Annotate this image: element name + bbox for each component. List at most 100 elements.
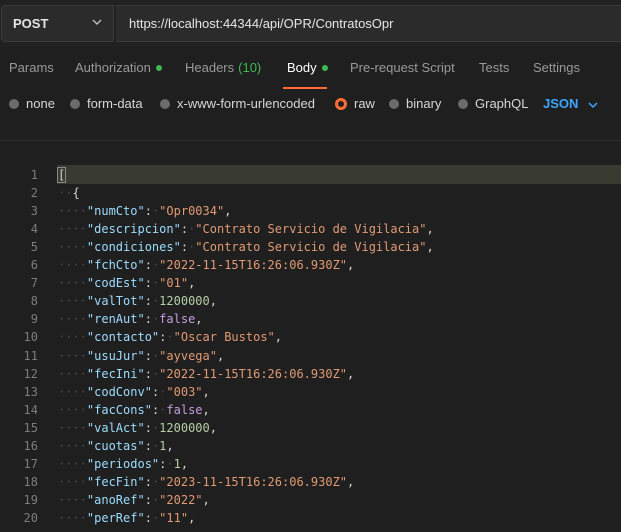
body-option-x-www-form-urlencoded[interactable]: x-www-form-urlencoded: [160, 96, 315, 111]
line-content: ····"numCto":·"Opr0034",: [58, 204, 231, 218]
whitespace-dot: ·: [166, 456, 174, 471]
line-content: ····"codConv":·"003",: [58, 385, 210, 399]
indent-guide: ····: [58, 510, 87, 525]
json-colon: :: [180, 222, 189, 237]
json-comma: ,: [347, 366, 355, 381]
json-comma: ,: [195, 312, 203, 327]
json-comma: ,: [202, 492, 210, 507]
tab-params[interactable]: Params: [9, 60, 54, 75]
json-key: "valTot": [86, 294, 145, 309]
line-content: ····"valTot":·1200000,: [58, 294, 217, 308]
tab-headers[interactable]: Headers (10): [185, 60, 261, 75]
tab-label: Authorization: [75, 60, 151, 75]
code-line: 14 ····"facCons":·false,: [0, 403, 621, 421]
json-colon: :: [180, 240, 189, 255]
json-comma: ,: [188, 510, 196, 525]
code-line: 19 ····"anoRef":·"2022",: [0, 493, 621, 511]
indent-guide: ····: [58, 456, 87, 471]
indent-guide: ····: [58, 384, 87, 399]
json-comma: ,: [166, 438, 174, 453]
indent-guide: ····: [58, 240, 87, 255]
tab-label: Params: [9, 60, 54, 75]
json-value: 1: [173, 456, 181, 471]
headers-count-badge: (10): [238, 60, 262, 75]
option-label: none: [26, 96, 55, 111]
request-tabs: Params Authorization Headers (10) Body Pr…: [0, 47, 621, 89]
tab-settings[interactable]: Settings: [533, 60, 580, 75]
chevron-down-icon[interactable]: [586, 98, 600, 112]
indent-guide: ····: [58, 420, 87, 435]
code-line: 10 ····"contacto":·"Oscar Bustos",: [0, 330, 621, 348]
code-line: 4 ····"descripcion":·"Contrato Servicio d…: [0, 222, 621, 240]
json-comma: ,: [209, 294, 217, 309]
line-content: ····"anoRef":·"2022",: [58, 493, 210, 507]
json-colon: :: [144, 258, 152, 273]
json-value: "Contrato Servicio de Vigilacia": [195, 222, 427, 237]
line-content: ····"perRef":·"11",: [58, 511, 195, 525]
json-colon: :: [144, 366, 152, 381]
line-content: ····"renAut":·false,: [58, 312, 203, 326]
tab-tests[interactable]: Tests: [479, 60, 509, 75]
json-value: 1200000: [159, 420, 210, 435]
line-content: ····"descripcion":·"Contrato Servicio de…: [58, 222, 434, 236]
body-option-graphql[interactable]: GraphQL: [458, 96, 528, 111]
method-label: POST: [13, 16, 49, 31]
tab-body[interactable]: Body: [287, 60, 328, 75]
json-colon: :: [144, 312, 152, 327]
code-line: 1[: [0, 167, 621, 186]
json-key: "anoRef": [86, 492, 145, 507]
status-dot: [155, 64, 162, 71]
line-number: 1: [30, 168, 38, 182]
body-option-form-data[interactable]: form-data: [70, 96, 143, 111]
request-bar: POST https://localhost:44344/api/OPR/Con…: [0, 0, 621, 47]
json-comma: ,: [216, 348, 225, 363]
tab-label: Pre-request Script: [350, 60, 455, 75]
option-label: binary: [406, 96, 442, 111]
line-content: ····"cuotas":·1,: [58, 439, 174, 453]
body-option-binary[interactable]: binary: [389, 96, 441, 111]
option-label: x-www-form-urlencoded: [177, 96, 315, 111]
code-editor[interactable]: 1[2 ··{3 ····"numCto":·"Opr0034", 4 ····"des…: [0, 140, 621, 532]
json-colon: :: [144, 204, 152, 219]
language-select[interactable]: JSON: [543, 96, 578, 111]
code-line: 15 ····"valAct":·1200000,: [0, 421, 621, 439]
json-key: "usuJur": [86, 348, 145, 363]
indent-guide: ····: [58, 312, 87, 327]
body-option-raw[interactable]: raw: [335, 96, 375, 111]
json-colon: :: [144, 294, 152, 309]
code-line: 13 ····"codConv":·"003",: [0, 385, 621, 403]
code-line: 12 ····"fecIni":·"2022-11-15T16:26:06.930…: [0, 367, 621, 385]
json-value: "2023-11-15T16:26:06.930Z": [159, 474, 348, 489]
json-comma: ,: [209, 420, 217, 435]
json-value: "003": [166, 384, 203, 399]
radio-icon: [458, 98, 468, 109]
line-content: ····"fecFin":·"2023-11-15T16:26:06.930Z"…: [58, 475, 354, 489]
radio-icon: [160, 98, 170, 109]
code-line: 2 ··{: [0, 186, 621, 204]
json-value: "Opr0034": [159, 204, 225, 219]
line-content: ····"valAct":·1200000,: [58, 421, 217, 435]
json-value: "01": [159, 276, 189, 291]
json-key: "fecFin": [86, 474, 145, 489]
method-select[interactable]: POST: [1, 5, 114, 42]
url-input[interactable]: https://localhost:44344/api/OPR/Contrato…: [116, 5, 621, 42]
status-dot: [321, 64, 328, 71]
json-colon: :: [144, 276, 152, 291]
line-number: 8: [30, 294, 38, 309]
line-content: ····"facCons":·false,: [58, 403, 210, 417]
tab-pre-request-script[interactable]: Pre-request Script: [350, 60, 455, 75]
line-number: 13: [23, 384, 38, 399]
line-number: 10: [23, 330, 38, 345]
radio-icon: [70, 98, 80, 109]
tab-authorization[interactable]: Authorization: [75, 60, 162, 75]
json-key: "descripcion": [86, 222, 181, 237]
line-number: 17: [23, 456, 38, 471]
json-value: "11": [159, 510, 189, 525]
whitespace-dot: ·: [166, 330, 174, 345]
json-value: false: [166, 402, 203, 417]
json-comma: ,: [347, 474, 355, 489]
json-comma: ,: [274, 330, 283, 345]
json-key: "condiciones": [86, 240, 181, 255]
body-option-none[interactable]: none: [9, 96, 55, 111]
json-colon: :: [144, 438, 152, 453]
